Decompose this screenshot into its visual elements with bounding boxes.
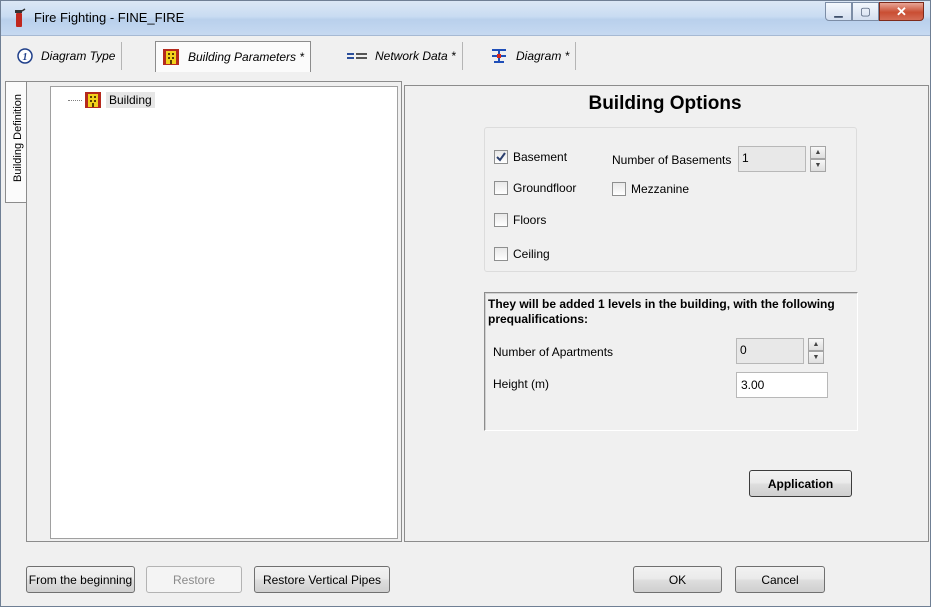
checkmark-icon [494,150,508,164]
minimize-icon: ▁ [834,6,843,18]
checkbox-label: Ceiling [513,247,550,261]
num-basements-label: Number of Basements [612,153,732,167]
mezzanine-checkbox[interactable]: Mezzanine [612,182,689,196]
checkbox-label: Floors [513,213,547,227]
chevron-down-icon[interactable]: ▼ [808,351,824,364]
checkbox-label: Basement [513,150,568,164]
height-label: Height (m) [493,377,550,391]
building-icon [84,91,102,109]
svg-text:1: 1 [23,52,28,63]
checkbox-label: Mezzanine [631,182,690,196]
chevron-up-icon[interactable]: ▲ [810,146,826,159]
info-icon: 1 [17,48,33,64]
ok-button[interactable]: OK [633,566,722,593]
left-pane: Building [26,81,402,542]
checkbox-label: Groundfloor [513,181,577,195]
from-beginning-button[interactable]: From the beginning [26,566,135,593]
network-icon [347,51,367,61]
apartments-label: Number of Apartments [493,345,614,359]
maximize-button[interactable]: ▢ [852,2,879,21]
tab-building-parameters[interactable]: Building Parameters * [155,41,312,72]
basement-checkbox[interactable]: Basement [494,150,567,164]
tab-building-definition[interactable]: Building Definition [5,81,27,203]
building-tree[interactable]: Building [50,86,398,539]
window-controls: ▁ ▢ ✕ [825,2,924,22]
chevron-up-icon[interactable]: ▲ [808,338,824,351]
maximize-icon: ▢ [860,6,871,18]
floors-checkbox[interactable]: Floors [494,213,546,227]
restore-button[interactable]: Restore [146,566,242,593]
apartments-stepper[interactable]: 0 ▲ ▼ [736,338,824,364]
close-icon: ✕ [896,3,907,19]
restore-vertical-pipes-button[interactable]: Restore Vertical Pipes [254,566,390,593]
tab-label: Diagram Type [41,49,116,63]
main-window: Fire Fighting - FINE_FIRE ▁ ▢ ✕ 1 Diagra… [0,0,931,607]
minimize-button[interactable]: ▁ [825,2,852,21]
ceiling-checkbox[interactable]: Ceiling [494,247,550,261]
tab-bar: 1 Diagram Type Building Parameters * Net… [1,37,930,74]
fire-extinguisher-icon [15,8,26,27]
tab-label: Network Data * [375,49,456,63]
building-icon [162,48,180,66]
close-button[interactable]: ✕ [879,2,924,21]
window-title: Fire Fighting - FINE_FIRE [34,10,185,25]
chevron-down-icon[interactable]: ▼ [810,159,826,172]
title-bar: Fire Fighting - FINE_FIRE ▁ ▢ ✕ [1,1,930,36]
groundfloor-checkbox[interactable]: Groundfloor [494,181,576,195]
tab-network-data[interactable]: Network Data * [341,42,463,70]
cancel-button[interactable]: Cancel [735,566,825,593]
building-options-panel: Building Options Basement Number of Base… [404,85,929,542]
levels-info-text: They will be added 1 levels in the build… [488,297,835,326]
tab-diagram[interactable]: Diagram * [484,42,577,70]
level-options-group: Basement Number of Basements 1 ▲ ▼ Groun… [484,127,857,272]
page-title: Building Options [588,93,742,114]
num-basements-stepper[interactable]: 1 ▲ ▼ [738,146,826,172]
apartments-input[interactable]: 0 [736,338,804,364]
spinner-arrows[interactable]: ▲ ▼ [808,338,824,364]
application-button[interactable]: Application [749,470,852,497]
num-basements-input[interactable]: 1 [738,146,806,172]
tab-diagram-type[interactable]: 1 Diagram Type [11,42,123,70]
spinner-arrows[interactable]: ▲ ▼ [810,146,826,172]
tree-item-label: Building [106,92,155,108]
levels-group: They will be added 1 levels in the build… [484,292,858,431]
tree-connector [68,100,82,101]
diagram-icon [490,48,508,64]
height-input[interactable]: 3.00 [736,372,828,398]
tree-item-building[interactable]: Building [84,91,155,109]
side-tab-label: Building Definition [12,93,24,183]
tab-label: Diagram * [516,49,570,63]
tab-label: Building Parameters * [188,50,305,64]
